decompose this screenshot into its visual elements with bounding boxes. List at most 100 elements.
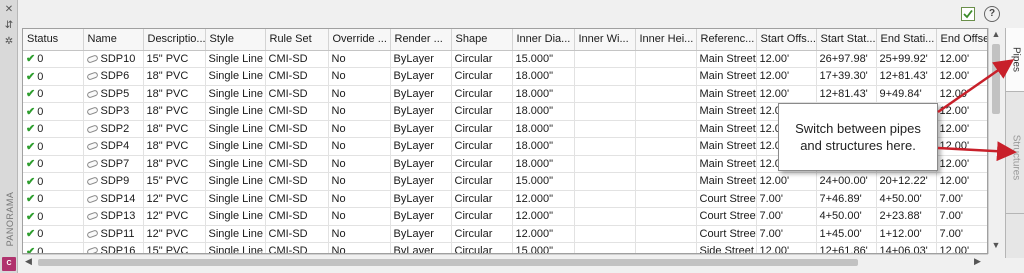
table-cell-rule-set[interactable]: CMI-SD	[265, 207, 329, 226]
table-cell-end-offset[interactable]: 7.00'	[936, 190, 987, 208]
table-cell-inner-dia[interactable]: 12.000"	[512, 225, 575, 243]
table-row[interactable]: ✔ 0 SDP5 18" PVC Single Line CMI-SD No ByLayer C…	[23, 85, 987, 103]
column-header[interactable]: Start Stat...	[816, 29, 877, 51]
table-cell-reference[interactable]: Main Street	[696, 67, 757, 86]
table-cell-status[interactable]: ✔ 0	[23, 50, 84, 68]
table-cell-end-offset[interactable]: 12.00'	[936, 120, 987, 138]
table-cell-end-offset[interactable]: 7.00'	[936, 207, 987, 226]
table-cell-override[interactable]: No	[328, 85, 391, 103]
table-cell-name[interactable]: SDP7	[83, 155, 144, 173]
table-cell-override[interactable]: No	[328, 155, 391, 173]
table-cell-shape[interactable]: Circular	[451, 190, 513, 208]
table-cell-style[interactable]: Single Line	[205, 50, 266, 68]
table-cell-inner-dia[interactable]: 12.000"	[512, 207, 575, 226]
table-cell-inner-wi[interactable]	[574, 85, 636, 103]
table-cell-style[interactable]: Single Line	[205, 137, 266, 156]
table-cell-inner-hei[interactable]	[635, 85, 697, 103]
table-cell-style[interactable]: Single Line	[205, 155, 266, 173]
table-cell-start-station[interactable]: 7+46.89'	[816, 190, 877, 208]
table-cell-reference[interactable]: Main Street	[696, 102, 757, 121]
apply-check-button[interactable]	[961, 7, 975, 21]
table-cell-reference[interactable]: Court Street	[696, 207, 757, 226]
table-cell-style[interactable]: Single Line	[205, 242, 266, 253]
table-cell-end-station[interactable]: 9+49.84'	[876, 85, 937, 103]
table-cell-status[interactable]: ✔ 0	[23, 102, 84, 121]
table-cell-render[interactable]: ByLayer	[390, 120, 452, 138]
table-cell-status[interactable]: ✔ 0	[23, 225, 84, 243]
table-cell-description[interactable]: 12" PVC	[143, 190, 206, 208]
table-cell-description[interactable]: 18" PVC	[143, 137, 206, 156]
scroll-down-icon[interactable]: ▼	[991, 240, 1001, 250]
column-header[interactable]: Shape	[451, 29, 513, 51]
table-cell-rule-set[interactable]: CMI-SD	[265, 85, 329, 103]
column-header[interactable]: Status	[23, 29, 84, 51]
properties-gear-icon[interactable]: ✲	[3, 36, 15, 48]
table-cell-start-offset[interactable]: 7.00'	[756, 190, 817, 208]
column-header[interactable]: Override ...	[328, 29, 391, 51]
table-cell-description[interactable]: 18" PVC	[143, 67, 206, 86]
column-header[interactable]: Render ...	[390, 29, 452, 51]
help-button[interactable]: ?	[984, 6, 1000, 22]
table-cell-inner-hei[interactable]	[635, 50, 697, 68]
table-cell-name[interactable]: SDP6	[83, 67, 144, 86]
table-cell-inner-dia[interactable]: 15.000"	[512, 242, 575, 253]
table-cell-start-station[interactable]: 17+39.30'	[816, 67, 877, 86]
table-cell-description[interactable]: 18" PVC	[143, 155, 206, 173]
table-cell-inner-wi[interactable]	[574, 67, 636, 86]
scroll-right-icon[interactable]: ▶	[974, 256, 981, 267]
table-cell-inner-hei[interactable]	[635, 102, 697, 121]
table-cell-end-offset[interactable]: 12.00'	[936, 242, 987, 253]
table-cell-override[interactable]: No	[328, 172, 391, 191]
table-cell-inner-hei[interactable]	[635, 242, 697, 253]
table-cell-name[interactable]: SDP2	[83, 120, 144, 138]
table-cell-inner-hei[interactable]	[635, 172, 697, 191]
table-cell-reference[interactable]: Main Street	[696, 50, 757, 68]
table-cell-name[interactable]: SDP4	[83, 137, 144, 156]
table-cell-status[interactable]: ✔ 0	[23, 207, 84, 226]
table-cell-reference[interactable]: Main Street	[696, 85, 757, 103]
table-cell-inner-wi[interactable]	[574, 242, 636, 253]
table-cell-override[interactable]: No	[328, 120, 391, 138]
table-cell-shape[interactable]: Circular	[451, 242, 513, 253]
table-cell-status[interactable]: ✔ 0	[23, 85, 84, 103]
column-header[interactable]: Inner Dia...	[512, 29, 575, 51]
column-header[interactable]: Rule Set	[265, 29, 329, 51]
table-cell-name[interactable]: SDP9	[83, 172, 144, 191]
table-cell-name[interactable]: SDP10	[83, 50, 144, 68]
table-cell-render[interactable]: ByLayer	[390, 190, 452, 208]
table-row[interactable]: ✔ 0 SDP13 12" PVC Single Line CMI-SD No ByLayer…	[23, 207, 987, 226]
table-cell-end-station[interactable]: 4+50.00'	[876, 190, 937, 208]
table-cell-reference[interactable]: Side Street	[696, 242, 757, 253]
table-cell-description[interactable]: 18" PVC	[143, 102, 206, 121]
tab-pipes[interactable]: Pipes	[1006, 28, 1024, 92]
horizontal-scrollbar[interactable]: ◀ ▶	[22, 254, 988, 268]
table-cell-shape[interactable]: Circular	[451, 85, 513, 103]
table-cell-name[interactable]: SDP16	[83, 242, 144, 253]
table-cell-description[interactable]: 12" PVC	[143, 207, 206, 226]
table-cell-inner-hei[interactable]	[635, 155, 697, 173]
table-cell-shape[interactable]: Circular	[451, 137, 513, 156]
vertical-scroll-thumb[interactable]	[992, 44, 1000, 114]
table-cell-inner-dia[interactable]: 18.000"	[512, 120, 575, 138]
table-cell-start-offset[interactable]: 12.00'	[756, 67, 817, 86]
table-cell-end-offset[interactable]: 12.00'	[936, 172, 987, 191]
table-cell-render[interactable]: ByLayer	[390, 172, 452, 191]
table-cell-reference[interactable]: Main Street	[696, 137, 757, 156]
table-cell-description[interactable]: 12" PVC	[143, 225, 206, 243]
table-row[interactable]: ✔ 0 SDP11 12" PVC Single Line CMI-SD No ByLayer…	[23, 225, 987, 243]
table-cell-shape[interactable]: Circular	[451, 225, 513, 243]
column-header[interactable]: Descriptio...	[143, 29, 206, 51]
table-cell-name[interactable]: SDP13	[83, 207, 144, 226]
table-cell-render[interactable]: ByLayer	[390, 225, 452, 243]
table-cell-status[interactable]: ✔ 0	[23, 190, 84, 208]
table-cell-reference[interactable]: Main Street	[696, 120, 757, 138]
column-header[interactable]: Start Offs...	[756, 29, 817, 51]
table-cell-reference[interactable]: Main Street	[696, 155, 757, 173]
table-cell-name[interactable]: SDP3	[83, 102, 144, 121]
table-cell-status[interactable]: ✔ 0	[23, 155, 84, 173]
column-header[interactable]: Inner Hei...	[635, 29, 697, 51]
table-cell-rule-set[interactable]: CMI-SD	[265, 225, 329, 243]
table-cell-shape[interactable]: Circular	[451, 155, 513, 173]
table-cell-start-station[interactable]: 12+81.43'	[816, 85, 877, 103]
table-cell-render[interactable]: ByLayer	[390, 102, 452, 121]
